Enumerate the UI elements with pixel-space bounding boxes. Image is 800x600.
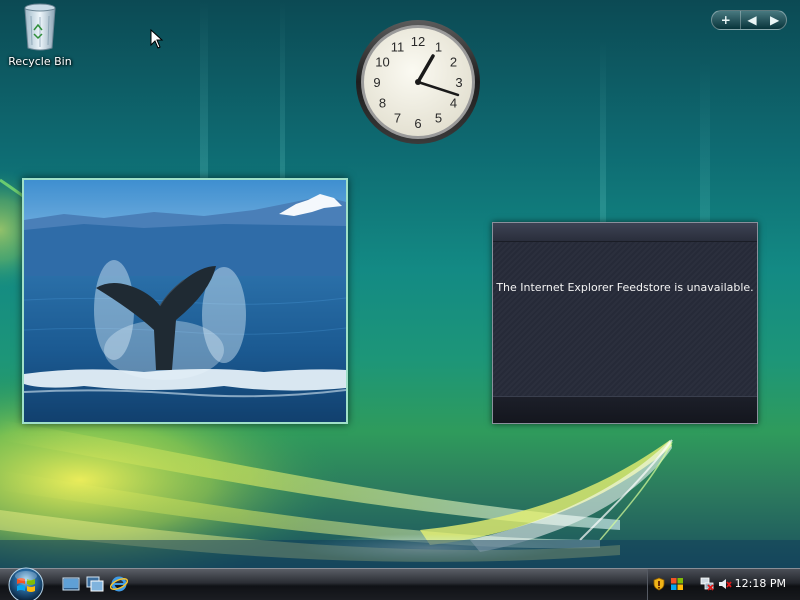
slideshow-gadget[interactable] [22, 178, 348, 424]
recycle-bin-icon [24, 3, 56, 51]
clock-numeral: 10 [375, 55, 389, 70]
volume-muted-icon[interactable] [718, 577, 732, 591]
security-shield-icon[interactable] [652, 577, 666, 591]
sidebar-controls: + ◀ ▶ [711, 10, 787, 30]
next-page-button[interactable]: ▶ [763, 11, 786, 29]
notification-area: 12:18 PM [647, 569, 800, 600]
clock-numeral: 11 [391, 40, 405, 55]
clock-numeral: 4 [450, 96, 457, 111]
clock-numeral: 8 [379, 96, 386, 111]
taskbar-clock[interactable]: 12:18 PM [735, 577, 786, 590]
feed-header-bar [493, 223, 757, 242]
clock-numeral: 7 [394, 111, 401, 126]
recycle-bin-shortcut[interactable]: Recycle Bin [6, 2, 74, 68]
taskbar: 12:18 PM [0, 565, 800, 600]
recycle-bin-label: Recycle Bin [8, 55, 72, 68]
show-desktop-icon[interactable] [62, 575, 80, 593]
previous-page-button[interactable]: ◀ [741, 11, 764, 29]
desktop[interactable]: Recycle Bin + ◀ ▶ 12 1 2 3 4 5 6 7 8 9 10 11 [0, 0, 800, 600]
clock-numeral: 1 [435, 40, 442, 55]
clock-numeral: 2 [450, 55, 457, 70]
whale-tail-photo [24, 180, 346, 422]
windows-start-orb-icon[interactable] [6, 565, 46, 600]
quick-launch-toolbar [62, 575, 128, 595]
clock-numeral: 6 [414, 116, 421, 131]
feed-status-message: The Internet Explorer Feedstore is unava… [496, 281, 754, 294]
clock-numeral: 5 [435, 111, 442, 126]
clock-numeral: 12 [411, 34, 425, 49]
windows-update-icon[interactable] [670, 577, 684, 591]
network-disconnected-icon[interactable] [700, 577, 714, 591]
clock-numeral: 3 [455, 75, 462, 90]
internet-explorer-icon[interactable] [110, 575, 128, 593]
add-gadget-button[interactable]: + [712, 11, 741, 29]
clock-gadget[interactable]: 12 12 3 45678 9 1011 [354, 18, 482, 146]
feed-headlines-gadget[interactable]: The Internet Explorer Feedstore is unava… [492, 222, 758, 424]
clock-numeral: 9 [373, 75, 380, 90]
mouse-pointer-icon [150, 29, 164, 49]
switch-windows-icon[interactable] [86, 575, 104, 593]
feed-footer-bar [493, 396, 757, 423]
